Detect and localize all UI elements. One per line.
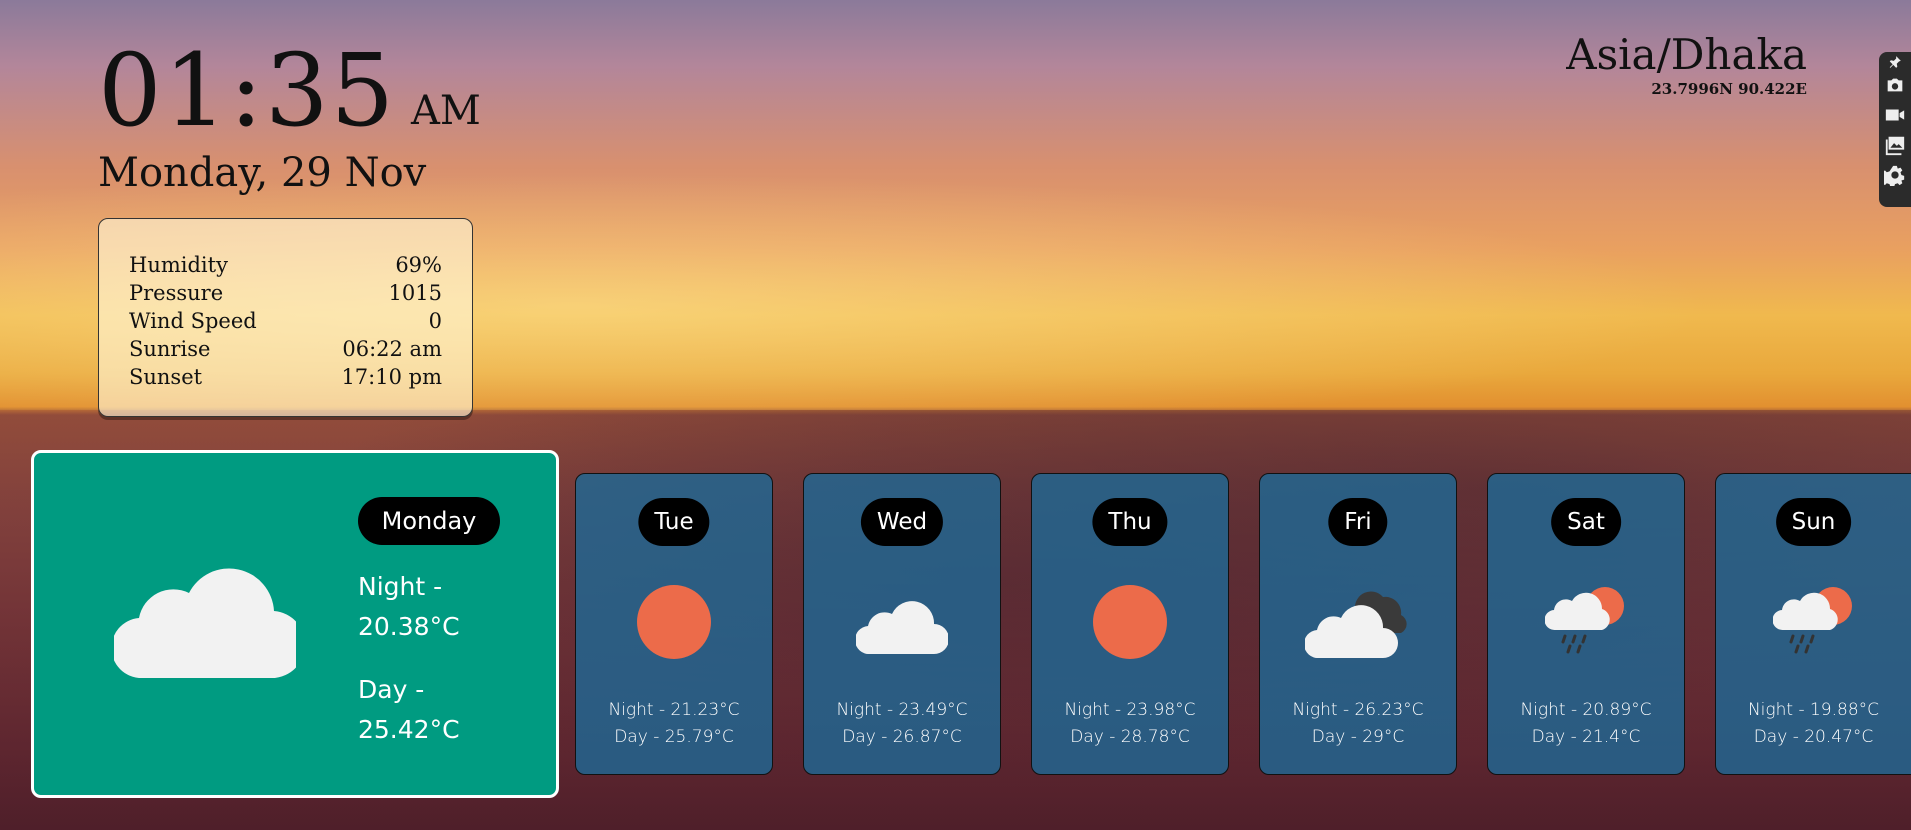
today-forecast-card: Monday Night - 20.38°C Day - 25.42°C [31,450,559,798]
forecast-day-label: Thu [1092,498,1168,546]
detail-label: Humidity [129,253,228,277]
detail-value: 17:10 pm [341,365,442,389]
forecast-night-temp: Night - 19.88°C [1747,700,1880,720]
clock: 01:35 AM [98,32,481,149]
gear-icon[interactable] [1882,160,1908,190]
forecast-day-temp: Day - 20.47°C [1753,727,1874,747]
forecast-day-label: Fri [1328,498,1388,546]
forecast-day-label: Sat [1551,498,1621,546]
detail-row-sunset: Sunset 17:10 pm [129,365,442,393]
forecast-day-temp: Day - 26.87°C [842,727,962,747]
detail-label: Pressure [129,281,224,305]
detail-row-humidity: Humidity 69% [129,253,442,281]
forecast-night-temp: Night - 23.98°C [1064,700,1196,720]
pin-icon[interactable] [1882,54,1908,70]
night-label: Night - [358,572,443,601]
forecast-night-temp: Night - 20.89°C [1520,700,1652,720]
today-night-temp: Night - 20.38°C [358,567,538,647]
forecast-day-temp: Day - 21.4°C [1531,727,1641,747]
cloud-icon [111,563,306,682]
date-label: Monday, 29 Nov [98,150,427,196]
forecast-day-temp: Day - 25.79°C [614,727,734,747]
detail-label: Sunset [129,365,203,389]
forecast-night-temp: Night - 21.23°C [608,700,740,720]
side-toolbar [1879,52,1911,207]
forecast-day-label: Wed [860,498,944,546]
forecast-card-thu: Thu Night - 23.98°C Day - 28.78°C [1031,473,1229,775]
forecast-night-temp: Night - 26.23°C [1292,700,1424,720]
detail-row-pressure: Pressure 1015 [129,281,442,309]
gallery-icon[interactable] [1882,130,1908,160]
dark-cloud-icon [1303,588,1411,662]
forecast-card-wed: Wed Night - 23.49°C Day - 26.87°C [803,473,1001,775]
weather-details-panel: Humidity 69% Pressure 1015 Wind Speed 0 Sun… [98,218,473,417]
detail-value: 1015 [388,281,442,305]
camera-icon[interactable] [1882,70,1908,100]
detail-label: Sunrise [129,337,211,361]
forecast-night-temp: Night - 23.49°C [836,700,968,720]
forecast-card-sun: Sun Night - 19.88°C Day - 20.47°C [1715,473,1911,775]
detail-value: 69% [395,253,442,277]
rain-sun-icon [1771,586,1855,662]
video-icon[interactable] [1882,100,1908,130]
detail-row-sunrise: Sunrise 06:22 am [129,337,442,365]
forecast-day-temp: Day - 28.78°C [1070,727,1190,747]
location-block: Asia/Dhaka 23.7996N 90.422E [1566,30,1807,98]
sun-icon [1092,584,1168,664]
rain-sun-icon [1544,586,1627,662]
day-value: 25.42°C [358,715,460,744]
coordinates: 23.7996N 90.422E [1651,80,1807,98]
forecast-day-temp: Day - 29°C [1311,727,1405,747]
night-value: 20.38°C [358,612,460,641]
clock-time: 01:35 [98,32,397,149]
today-day-temp: Day - 25.42°C [358,670,538,750]
clock-ampm: AM [411,88,481,134]
detail-value: 06:22 am [342,337,442,361]
forecast-card-tue: Tue Night - 21.23°C Day - 25.79°C [575,473,773,775]
timezone-name: Asia/Dhaka [1566,30,1807,79]
day-label: Day - [358,675,425,704]
forecast-card-fri: Fri Night - 26.23°C Day - 29°C [1259,473,1457,775]
cloud-icon [854,596,949,658]
detail-label: Wind Speed [129,309,257,333]
sun-icon [636,584,712,664]
today-day-label: Monday [358,497,500,545]
forecast-day-label: Sun [1775,498,1852,546]
forecast-card-sat: Sat Night - 20.89°C Day - 21.4°C [1487,473,1685,775]
detail-value: 0 [428,309,442,333]
forecast-day-label: Tue [638,498,710,546]
detail-row-wind-speed: Wind Speed 0 [129,309,442,337]
